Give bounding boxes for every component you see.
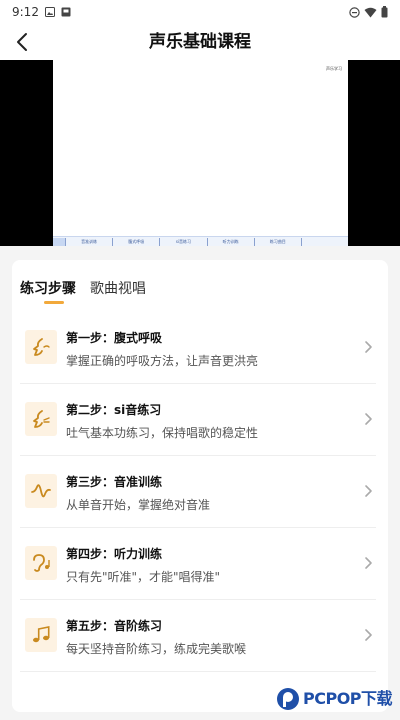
step-desc: 掌握正确的呼吸方法，让声音更洪亮 xyxy=(66,354,259,368)
waveform-icon xyxy=(25,474,57,508)
download-box-icon xyxy=(61,7,71,17)
watermark-brand: PCPOP下载 xyxy=(303,689,393,708)
step-title: 第四步：听力训练 xyxy=(66,547,163,561)
tab-practice-steps[interactable]: 练习步骤 xyxy=(20,278,76,304)
step-desc: 从单音开始，掌握绝对音准 xyxy=(66,498,211,512)
video-tag-line: 声乐学习 xyxy=(326,66,342,71)
status-left: 9:12 xyxy=(12,5,71,19)
chevron-right-icon xyxy=(365,557,372,569)
chevron-right-icon xyxy=(365,629,372,641)
step-desc: 吐气基本功练习，保持唱歌的稳定性 xyxy=(66,426,259,440)
breathing-icon xyxy=(25,330,57,364)
content-card: 练习步骤 歌曲视唱 第一步：腹式呼吸 掌握正确的呼吸方法，让声音更洪亮 第二步：… xyxy=(12,260,388,712)
video-chapter-bar: 音准训练 腹式呼吸 si音练习 听力训练 练习曲目 xyxy=(53,236,348,246)
pcpop-logo-icon xyxy=(277,688,299,710)
step-item-listening[interactable]: 第四步：听力训练 只有先"听准"，才能"唱得准" xyxy=(20,528,376,600)
step-title: 第三步：音准训练 xyxy=(66,475,163,489)
video-frame: 声乐学习 音准训练 腹式呼吸 si音练习 听力训练 练习曲目 xyxy=(53,60,348,246)
step-title: 第五步：音阶练习 xyxy=(66,619,163,633)
step-desc: 只有先"听准"，才能"唱得准" xyxy=(66,570,221,584)
chevron-right-icon xyxy=(365,341,372,353)
exhale-icon xyxy=(25,402,57,436)
nav-bar: 声乐基础课程 xyxy=(0,24,400,60)
chevron-right-icon xyxy=(365,485,372,497)
page-title: 声乐基础课程 xyxy=(149,32,251,52)
status-right xyxy=(349,6,388,18)
video-chapter xyxy=(300,237,348,246)
status-time: 9:12 xyxy=(12,5,39,19)
tab-song-sightsinging[interactable]: 歌曲视唱 xyxy=(90,278,146,304)
video-chapter: 练习曲目 xyxy=(253,237,301,246)
chevron-left-icon xyxy=(17,33,27,51)
back-button[interactable] xyxy=(6,26,38,58)
ear-note-icon xyxy=(25,546,57,580)
step-desc: 每天坚持音阶练习，练成完美歌喉 xyxy=(66,642,247,656)
video-tag: 声乐学习 xyxy=(326,66,342,71)
step-title: 第二步：si音练习 xyxy=(66,403,162,417)
step-list: 第一步：腹式呼吸 掌握正确的呼吸方法，让声音更洪亮 第二步：si音练习 吐气基本… xyxy=(20,312,376,672)
video-chapter xyxy=(53,237,65,246)
video-chapter: 音准训练 xyxy=(65,237,112,246)
watermark-text: PCPOP下载 xyxy=(303,689,393,708)
video-chapter: 听力训练 xyxy=(206,237,254,246)
step-item-pitch[interactable]: 第三步：音准训练 从单音开始，掌握绝对音准 xyxy=(20,456,376,528)
watermark: PCPOP下载 xyxy=(276,684,393,714)
step-title: 第一步：腹式呼吸 xyxy=(66,331,163,345)
battery-icon xyxy=(381,6,388,18)
tab-bar: 练习步骤 歌曲视唱 xyxy=(20,278,146,304)
step-item-scale[interactable]: 第五步：音阶练习 每天坚持音阶练习，练成完美歌喉 xyxy=(20,600,376,672)
step-item-breathing[interactable]: 第一步：腹式呼吸 掌握正确的呼吸方法，让声音更洪亮 xyxy=(20,312,376,384)
do-not-disturb-icon xyxy=(349,6,360,18)
music-notes-icon xyxy=(25,618,57,652)
status-bar: 9:12 xyxy=(0,0,400,24)
gallery-icon xyxy=(44,7,55,17)
step-item-si-sound[interactable]: 第二步：si音练习 吐气基本功练习，保持唱歌的稳定性 xyxy=(20,384,376,456)
video-player[interactable]: 声乐学习 音准训练 腹式呼吸 si音练习 听力训练 练习曲目 xyxy=(0,60,400,246)
wifi-icon xyxy=(364,7,377,17)
video-chapter: si音练习 xyxy=(159,237,206,246)
chevron-right-icon xyxy=(365,413,372,425)
video-chapter: 腹式呼吸 xyxy=(112,237,159,246)
